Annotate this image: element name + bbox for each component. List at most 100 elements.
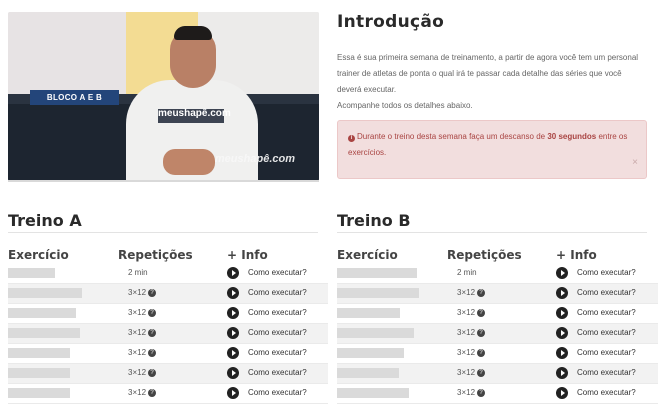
how-to-link[interactable]: Como executar? <box>248 368 307 377</box>
video-watermark: meushapê.com <box>214 153 295 165</box>
reps-value: 3×12? <box>457 328 486 337</box>
table-row: 3×12? Como executar? <box>337 364 658 384</box>
play-icon[interactable] <box>227 307 239 319</box>
col-exercicio: Exercício <box>8 248 69 262</box>
alert-close-button[interactable]: × <box>632 157 638 168</box>
intro-title: Introdução <box>337 12 445 32</box>
question-icon[interactable]: ? <box>148 369 157 377</box>
play-icon[interactable] <box>227 267 239 279</box>
play-icon[interactable] <box>556 387 568 399</box>
play-icon[interactable] <box>227 387 239 399</box>
how-to-link[interactable]: Como executar? <box>248 388 307 397</box>
question-icon[interactable]: ? <box>477 289 486 297</box>
play-icon[interactable] <box>227 287 239 299</box>
question-icon[interactable]: ? <box>148 329 157 337</box>
intro-paragraph-2: Acompanhe todos os detalhes abaixo. <box>337 101 473 110</box>
play-icon[interactable] <box>556 367 568 379</box>
intro-paragraph: Essa é sua primeira semana de treinament… <box>337 53 639 94</box>
video-person-hands <box>163 149 215 175</box>
intro-section: Introdução Essa é sua primeira semana de… <box>337 8 647 114</box>
question-icon[interactable]: ? <box>148 309 157 317</box>
treino-b-rows: 2 min Como executar? 3×12? Como executar? … <box>337 264 658 404</box>
treino-a-title: Treino A <box>8 211 318 233</box>
exercise-placeholder <box>337 268 417 278</box>
play-icon[interactable] <box>556 287 568 299</box>
alert-bold: 30 segundos <box>547 132 597 141</box>
col-info: + Info <box>556 248 597 262</box>
table-row: 3×12? Como executar? <box>337 384 658 404</box>
question-icon[interactable]: ? <box>148 289 157 297</box>
how-to-link[interactable]: Como executar? <box>248 268 307 277</box>
play-icon[interactable] <box>227 347 239 359</box>
play-icon[interactable] <box>556 327 568 339</box>
reps-value: 3×12? <box>457 348 486 357</box>
question-icon[interactable]: ? <box>477 329 486 337</box>
reps-value: 2 min <box>128 268 148 277</box>
question-icon[interactable]: ? <box>477 369 486 377</box>
video-person-hair <box>174 26 212 40</box>
table-row: 3×12? Como executar? <box>8 344 328 364</box>
how-to-link[interactable]: Como executar? <box>577 368 636 377</box>
exercise-placeholder <box>337 348 404 358</box>
how-to-link[interactable]: Como executar? <box>577 268 636 277</box>
play-icon[interactable] <box>556 307 568 319</box>
table-row: 3×12? Como executar? <box>8 364 328 384</box>
col-repeticoes: Repetições <box>447 248 522 262</box>
question-icon[interactable]: ? <box>148 389 157 397</box>
intro-video[interactable]: meushapê.com BLOCO A E B meushapê.com <box>8 12 319 181</box>
how-to-link[interactable]: Como executar? <box>577 348 636 357</box>
rest-alert: i Durante o treino desta semana faça um d… <box>337 120 647 179</box>
exercise-placeholder <box>8 368 70 378</box>
exercise-placeholder <box>8 308 76 318</box>
col-exercicio: Exercício <box>337 248 398 262</box>
how-to-link[interactable]: Como executar? <box>577 288 636 297</box>
reps-value: 3×12? <box>457 368 486 377</box>
play-icon[interactable] <box>556 267 568 279</box>
table-row: 3×12? Como executar? <box>337 324 658 344</box>
exercise-placeholder <box>8 348 70 358</box>
how-to-link[interactable]: Como executar? <box>248 328 307 337</box>
exercise-placeholder <box>337 288 419 298</box>
reps-value: 3×12? <box>128 328 157 337</box>
how-to-link[interactable]: Como executar? <box>577 388 636 397</box>
how-to-link[interactable]: Como executar? <box>248 288 307 297</box>
info-icon: i <box>348 135 355 142</box>
col-repeticoes: Repetições <box>118 248 193 262</box>
question-icon[interactable]: ? <box>148 349 157 357</box>
reps-value: 3×12? <box>457 388 486 397</box>
video-shadow <box>8 180 319 182</box>
how-to-link[interactable]: Como executar? <box>248 348 307 357</box>
question-icon[interactable]: ? <box>477 349 486 357</box>
alert-text-before: Durante o treino desta semana faça um de… <box>357 132 548 141</box>
how-to-link[interactable]: Como executar? <box>248 308 307 317</box>
table-row: 3×12? Como executar? <box>8 324 328 344</box>
treino-a-section: Treino A Exercício Repetições + Info 2 m… <box>8 211 328 404</box>
reps-value: 3×12? <box>128 388 157 397</box>
question-icon[interactable]: ? <box>477 389 486 397</box>
play-icon[interactable] <box>556 347 568 359</box>
table-row: 2 min Como executar? <box>337 264 658 284</box>
exercise-placeholder <box>337 308 400 318</box>
col-info: + Info <box>227 248 268 262</box>
alert-text: i Durante o treino desta semana faça um d… <box>348 129 636 161</box>
exercise-placeholder <box>8 388 70 398</box>
treino-b-section: Treino B Exercício Repetições + Info 2 m… <box>337 211 658 404</box>
table-row: 3×12? Como executar? <box>337 344 658 364</box>
exercise-placeholder <box>337 328 414 338</box>
exercise-placeholder <box>337 368 399 378</box>
how-to-link[interactable]: Como executar? <box>577 308 636 317</box>
question-icon[interactable]: ? <box>477 309 486 317</box>
play-icon[interactable] <box>227 367 239 379</box>
video-block-label: BLOCO A E B <box>30 90 119 105</box>
reps-value: 3×12? <box>457 308 486 317</box>
exercise-placeholder <box>8 268 55 278</box>
reps-value: 3×12? <box>128 368 157 377</box>
reps-value: 3×12? <box>128 288 157 297</box>
reps-value: 3×12? <box>128 308 157 317</box>
play-icon[interactable] <box>227 327 239 339</box>
table-row: 3×12? Como executar? <box>337 304 658 324</box>
how-to-link[interactable]: Como executar? <box>577 328 636 337</box>
exercise-placeholder <box>8 328 80 338</box>
table-row: 3×12? Como executar? <box>337 284 658 304</box>
table-row: 3×12? Como executar? <box>8 384 328 404</box>
